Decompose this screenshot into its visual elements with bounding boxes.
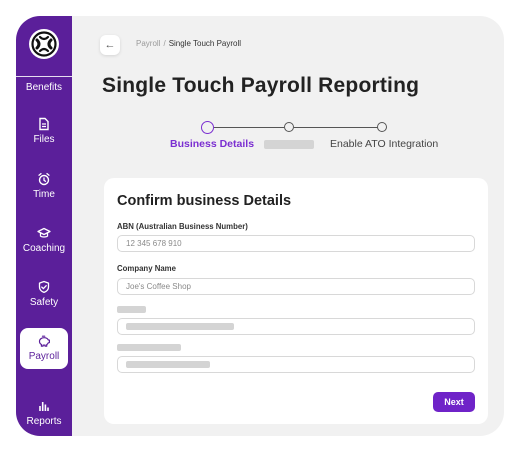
abn-label: ABN (Australian Business Number): [117, 222, 248, 231]
graduation-cap-icon: [37, 227, 51, 238]
field-label-placeholder: [117, 306, 146, 313]
next-button[interactable]: Next: [433, 392, 475, 412]
sidebar: Benefits Files Time Coaching Safety Payr…: [16, 16, 72, 436]
sidebar-item-payroll[interactable]: Payroll: [20, 328, 68, 369]
breadcrumb-parent[interactable]: Payroll: [136, 39, 160, 48]
step-1-label: Business Details: [170, 138, 255, 150]
sidebar-item-label: Benefits: [25, 82, 63, 93]
app-window: Benefits Files Time Coaching Safety Payr…: [16, 16, 504, 436]
sidebar-item-label: Coaching: [22, 243, 66, 254]
step-connector: [214, 127, 284, 128]
sidebar-item-coaching[interactable]: Coaching: [16, 226, 72, 254]
sidebar-item-label: Safety: [29, 297, 59, 308]
piggy-bank-icon: [38, 335, 50, 347]
sidebar-item-label: Payroll: [28, 351, 60, 362]
progress-stepper: Business Details Enable ATO Integration: [16, 116, 504, 156]
breadcrumb: Payroll / Single Touch Payroll: [136, 39, 241, 48]
company-name-label: Company Name: [117, 264, 176, 273]
input-value-placeholder: [126, 323, 234, 330]
sidebar-item-label: Reports: [26, 416, 62, 427]
card-title: Confirm business Details: [117, 193, 292, 209]
sidebar-item-reports[interactable]: Reports: [16, 399, 72, 427]
step-2-label-placeholder: [264, 140, 314, 149]
arrow-left-icon: ←: [104, 39, 116, 51]
abn-input[interactable]: [117, 235, 475, 252]
alarm-clock-icon: [38, 172, 50, 186]
step-1-indicator: [201, 121, 214, 134]
input-value-placeholder: [126, 361, 210, 368]
placeholder-input[interactable]: [117, 318, 475, 335]
breadcrumb-current: Single Touch Payroll: [168, 39, 242, 48]
step-connector: [294, 127, 378, 128]
step-3-indicator: [377, 122, 387, 132]
back-button[interactable]: ←: [100, 35, 120, 55]
sidebar-item-label: Time: [33, 189, 55, 200]
sidebar-divider: [16, 76, 72, 77]
step-3-label: Enable ATO Integration: [330, 138, 439, 150]
page-title: Single Touch Payroll Reporting: [102, 74, 420, 97]
shield-check-icon: [38, 280, 50, 294]
step-2-indicator: [284, 122, 294, 132]
company-name-input[interactable]: [117, 278, 475, 295]
bar-chart-icon: [39, 402, 49, 411]
sidebar-item-benefits[interactable]: Benefits: [16, 82, 72, 93]
field-label-placeholder: [117, 344, 181, 351]
logo-icon: [29, 29, 59, 59]
placeholder-input[interactable]: [117, 356, 475, 373]
sidebar-item-safety[interactable]: Safety: [16, 280, 72, 308]
breadcrumb-separator: /: [163, 39, 166, 48]
sidebar-item-time[interactable]: Time: [16, 172, 72, 200]
business-details-card: Confirm business Details ABN (Australian…: [104, 178, 488, 424]
